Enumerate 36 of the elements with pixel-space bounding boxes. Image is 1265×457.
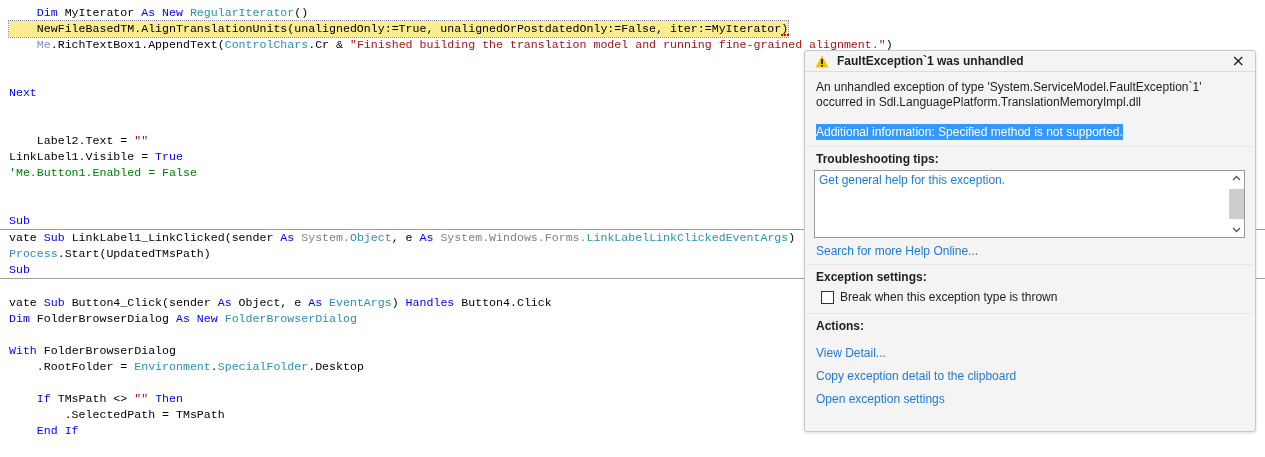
code-line: Process.Start(UpdatedTMsPath) — [9, 246, 211, 262]
scrollbar-thumb[interactable] — [1228, 189, 1244, 219]
scroll-down-icon[interactable] — [1231, 227, 1241, 233]
code-line: 'Me.Button1.Enabled = False — [9, 165, 197, 181]
code-line: Sub — [9, 213, 30, 229]
code-line: Dim FolderBrowserDialog As New FolderBrowserDialog — [9, 311, 357, 327]
section-heading: Troubleshooting tips: — [816, 152, 940, 166]
exception-message: An unhandled exception of type 'System.ServiceModel.FaultException`1' occurred in Sdl.LanguagePlatform.TranslationMemoryImpl.dll — [816, 80, 1203, 110]
additional-information-text: Additional information: Specified method is not supported. — [816, 124, 1123, 140]
action-link[interactable]: Copy exception detail to the clipboard — [816, 369, 1017, 383]
help-online-link[interactable]: Search for more Help Online... — [816, 244, 979, 258]
code-line: With FolderBrowserDialog — [9, 343, 176, 359]
popup-title: FaultException`1 was unhandled — [837, 54, 1025, 68]
code-line: vate Sub LinkLabel1_LinkClicked(sender As System.Object, e As System.Windows.Forms.LinkLabelLinkClickedEventArgs) — [9, 230, 796, 246]
error-squiggle-icon — [781, 33, 790, 39]
code-line: .SelectedPath = TMsPath — [63, 407, 225, 423]
code-line: Dim MyIterator As New RegularIterator() — [35, 5, 309, 21]
scroll-up-icon[interactable] — [1231, 175, 1241, 181]
checkbox[interactable] — [821, 290, 834, 304]
action-link[interactable]: Open exception settings — [816, 392, 945, 406]
code-line: Me.RichTextBox1.AppendText(ControlChars.Cr & "Finished building the translation model and running fine-grained alignment.") — [35, 37, 893, 53]
section-heading: Actions: — [816, 319, 865, 333]
checkbox-label: Break when this exception type is thrown — [840, 290, 1058, 304]
code-line: End If — [35, 423, 79, 439]
code-line: LinkLabel1.Visible = True — [9, 149, 183, 165]
action-link[interactable]: View Detail... — [816, 346, 886, 360]
code-line: Sub — [9, 262, 30, 278]
close-button[interactable]: × — [1229, 53, 1247, 69]
code-line: Next — [9, 85, 37, 101]
warning-icon — [815, 54, 829, 68]
help-link[interactable]: Get general help for this exception. — [819, 173, 1006, 187]
code-line: Label2.Text = "" — [35, 133, 149, 149]
code-line: vate Sub Button4_Click(sender As Object, e As EventArgs) Handles Button4.Click — [9, 295, 552, 311]
code-line: If TMsPath <> "" Then — [35, 391, 183, 407]
code-line: .RootFolder = Environment.SpecialFolder.Desktop — [35, 359, 364, 375]
section-heading: Exception settings: — [816, 270, 928, 284]
